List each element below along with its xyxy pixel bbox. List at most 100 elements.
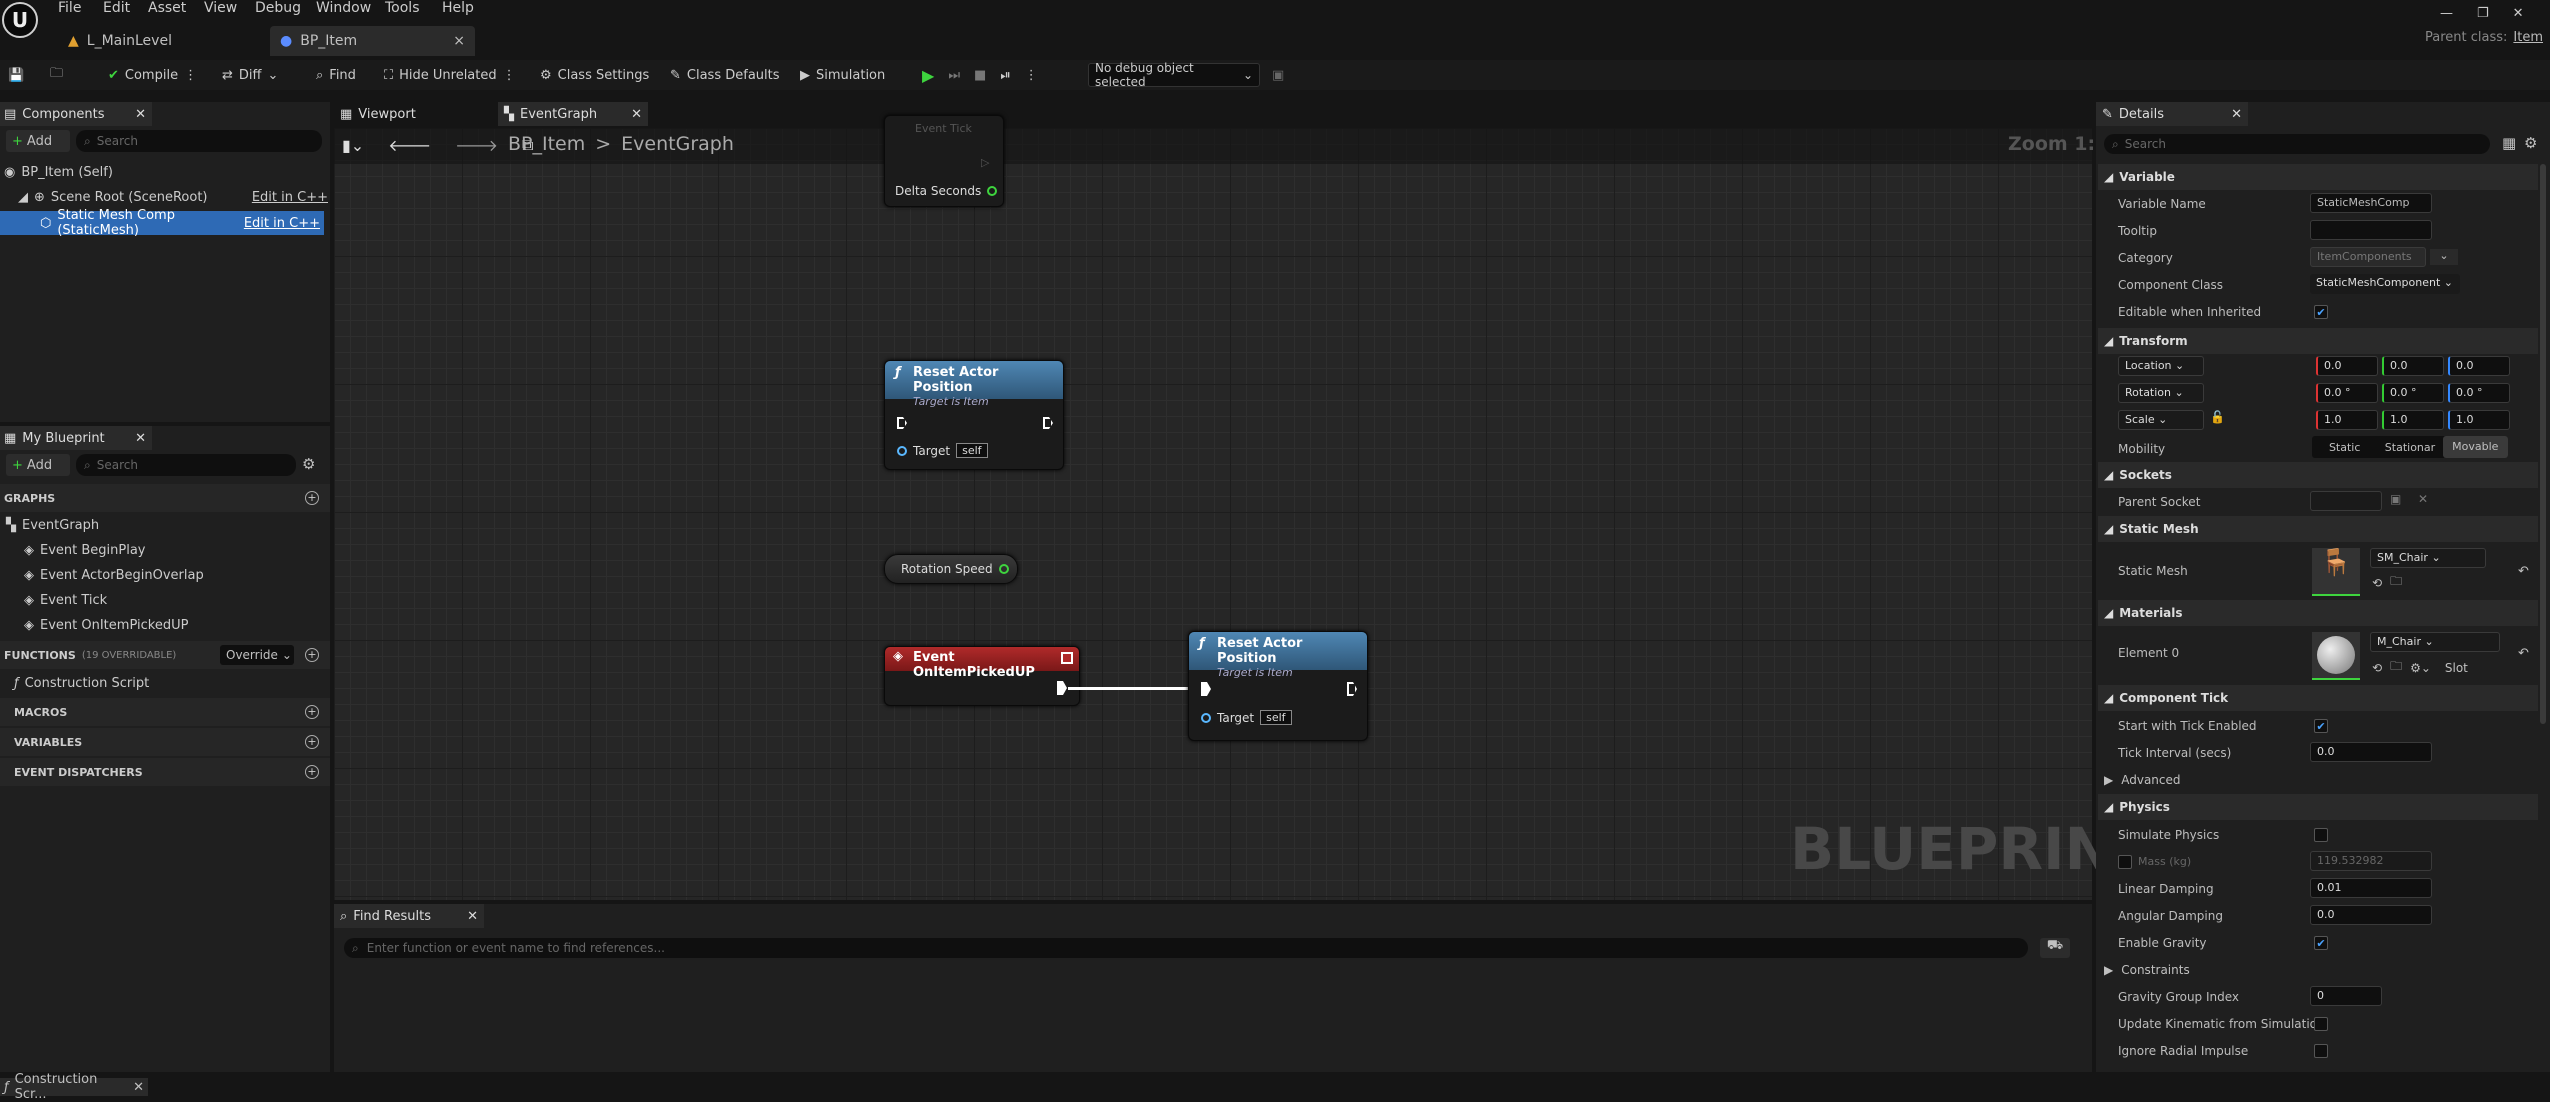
step-icon[interactable]: ⏭	[948, 68, 960, 83]
rotation-dropdown[interactable]: Rotation ⌄	[2118, 383, 2204, 403]
reset-default-icon[interactable]: ↶	[2518, 646, 2529, 661]
details-tab[interactable]: ✎ Details ✕	[2096, 102, 2248, 126]
sockets-section-header[interactable]: ◢ Sockets	[2098, 462, 2538, 488]
close-icon[interactable]: ✕	[467, 909, 484, 924]
details-search-input[interactable]: ⌕ Search	[2104, 134, 2490, 154]
graph-item-eventgraph[interactable]: ▚ EventGraph	[6, 518, 99, 533]
play-icon[interactable]: ▶	[922, 66, 934, 85]
physics-section-header[interactable]: ◢ Physics	[2098, 794, 2538, 820]
find-results-tab[interactable]: ⌕ Find Results ✕	[334, 904, 484, 928]
add-function-icon[interactable]: +	[305, 648, 319, 662]
components-tab[interactable]: ▤ Components ✕	[0, 102, 152, 126]
override-dropdown[interactable]: Override ⌄	[220, 645, 294, 665]
close-icon[interactable]: ✕	[631, 107, 648, 122]
browse-folder-icon[interactable]: 🗀	[2390, 657, 2402, 678]
gravity-group-field[interactable]: 0	[2310, 986, 2382, 1006]
tick-interval-field[interactable]: 0.0	[2310, 742, 2432, 762]
delegate-pin-icon[interactable]	[1061, 652, 1073, 664]
clear-x-icon[interactable]: ✕	[2418, 492, 2428, 506]
unreal-logo-icon[interactable]: U	[2, 2, 38, 38]
add-component-button[interactable]: + Add	[6, 130, 70, 152]
rotation-speed-node[interactable]: Rotation Speed	[884, 554, 1018, 584]
exec-output-pin[interactable]	[1347, 682, 1357, 696]
material-thumbnail-icon[interactable]	[2312, 632, 2360, 680]
close-icon[interactable]: ✕	[135, 107, 152, 122]
lock-icon[interactable]: 🔓	[2210, 410, 2225, 424]
dispatchers-section-header[interactable]: EVENT DISPATCHERS	[0, 758, 330, 786]
event-tick-node[interactable]: Event Tick ▷ Delta Seconds	[884, 115, 1004, 207]
more-options-icon[interactable]: ⚙⌄	[2410, 661, 2431, 675]
static-mesh-section-header[interactable]: ◢ Static Mesh	[2098, 516, 2538, 542]
use-selected-icon[interactable]: ⟲	[2372, 661, 2382, 675]
tab-level[interactable]: ▲ L_MainLevel	[58, 26, 268, 56]
settings-gear-icon[interactable]: ⚙	[2524, 134, 2537, 152]
tab-eventgraph[interactable]: ▚ EventGraph ✕	[498, 102, 648, 126]
add-dispatcher-icon[interactable]: +	[305, 765, 319, 779]
close-window-icon[interactable]: ✕	[2513, 6, 2524, 21]
parent-socket-field[interactable]	[2310, 491, 2382, 511]
exec-output-pin[interactable]	[1057, 681, 1067, 695]
tab-viewport[interactable]: ▦ Viewport	[334, 102, 494, 126]
browse-button[interactable]: 🗀	[50, 60, 63, 90]
blueprint-search-input[interactable]: ⌕ Search	[76, 454, 296, 476]
macros-section-header[interactable]: MACROS	[0, 698, 330, 726]
debug-browse-button[interactable]: ▣	[1272, 60, 1284, 90]
advanced-expander[interactable]: ▶ Advanced	[2104, 773, 2181, 787]
class-settings-button[interactable]: ⚙ Class Settings	[540, 60, 649, 90]
function-item-construction[interactable]: ƒ Construction Script	[14, 676, 149, 691]
material-dropdown[interactable]: M_Chair ⌄	[2370, 632, 2500, 652]
forward-arrow-icon[interactable]: 🡒	[455, 135, 498, 155]
exec-input-pin[interactable]	[897, 417, 907, 429]
variable-name-field[interactable]: StaticMeshComp	[2310, 193, 2432, 213]
simulation-button[interactable]: ▶ Simulation	[800, 60, 885, 90]
event-item[interactable]: ◈ Event ActorBeginOverlap	[24, 568, 204, 583]
tree-item-self[interactable]: ◉ BP_Item (Self)	[4, 165, 113, 180]
bookmark-icon[interactable]: ▮⌄	[342, 136, 364, 155]
simulate-physics-checkbox[interactable]: ✔	[2314, 828, 2328, 842]
settings-gear-icon[interactable]: ⚙	[302, 455, 315, 473]
compile-button[interactable]: ✔ Compile ⋮	[108, 60, 197, 90]
component-class-dropdown[interactable]: StaticMeshComponent ⌄	[2310, 274, 2460, 294]
save-button[interactable]: 💾	[8, 60, 24, 90]
static-mesh-dropdown[interactable]: SM_Chair ⌄	[2370, 548, 2486, 568]
menu-help[interactable]: Help	[442, 0, 474, 20]
enable-gravity-checkbox[interactable]: ✔	[2314, 936, 2328, 950]
stop-icon[interactable]: ■	[974, 68, 986, 83]
find-button[interactable]: ⌕ Find	[316, 60, 356, 90]
menu-edit[interactable]: Edit	[103, 0, 130, 20]
mass-override-checkbox[interactable]: ✔	[2118, 855, 2132, 869]
event-item[interactable]: ◈ Event Tick	[24, 593, 107, 608]
browse-folder-icon[interactable]: 🗀	[2390, 572, 2402, 593]
reset-actor-position-node[interactable]: ƒ Reset Actor Position Target is Item Targ…	[1188, 631, 1368, 741]
components-search-input[interactable]: ⌕ Search	[76, 130, 322, 152]
menu-view[interactable]: View	[204, 0, 237, 20]
find-results-search-input[interactable]: ⌕ Enter function or event name to find re…	[344, 938, 2028, 958]
event-on-item-picked-up-node[interactable]: ◈ Event OnItemPickedUP	[884, 646, 1080, 706]
table-view-icon[interactable]: ▦	[2502, 134, 2516, 152]
component-tick-section-header[interactable]: ◢ Component Tick	[2098, 685, 2538, 711]
rotation-x-field[interactable]: 0.0 °	[2316, 383, 2378, 403]
maximize-icon[interactable]: ❐	[2477, 6, 2489, 21]
menu-file[interactable]: File	[58, 0, 81, 20]
scale-y-field[interactable]: 1.0	[2382, 410, 2444, 430]
variables-section-header[interactable]: VARIABLES	[0, 728, 330, 756]
edit-in-cpp-link[interactable]: Edit in C++	[252, 190, 328, 205]
start-tick-checkbox[interactable]: ✔	[2314, 719, 2328, 733]
debug-object-select[interactable]: No debug object selected ⌄	[1088, 61, 1260, 89]
tooltip-field[interactable]	[2310, 220, 2432, 240]
close-icon[interactable]: ×	[453, 33, 465, 49]
menu-debug[interactable]: Debug	[255, 0, 301, 20]
materials-section-header[interactable]: ◢ Materials	[2098, 600, 2538, 626]
delta-seconds-pin[interactable]: Delta Seconds	[895, 184, 998, 198]
category-dropdown[interactable]: ItemComponents	[2310, 247, 2426, 267]
location-x-field[interactable]: 0.0	[2316, 356, 2378, 376]
hide-unrelated-button[interactable]: ⛶ Hide Unrelated ⋮	[384, 60, 516, 90]
diff-button[interactable]: ⇄ Diff ⌄	[222, 60, 278, 90]
menu-window[interactable]: Window	[316, 0, 371, 20]
rotation-z-field[interactable]: 0.0 °	[2448, 383, 2510, 403]
back-arrow-icon[interactable]: 🡐	[388, 135, 431, 155]
chair-thumbnail-icon[interactable]: 🪑	[2312, 548, 2360, 596]
graph-canvas[interactable]	[334, 128, 2092, 900]
use-selected-icon[interactable]: ⟲	[2372, 576, 2382, 590]
scale-z-field[interactable]: 1.0	[2448, 410, 2510, 430]
